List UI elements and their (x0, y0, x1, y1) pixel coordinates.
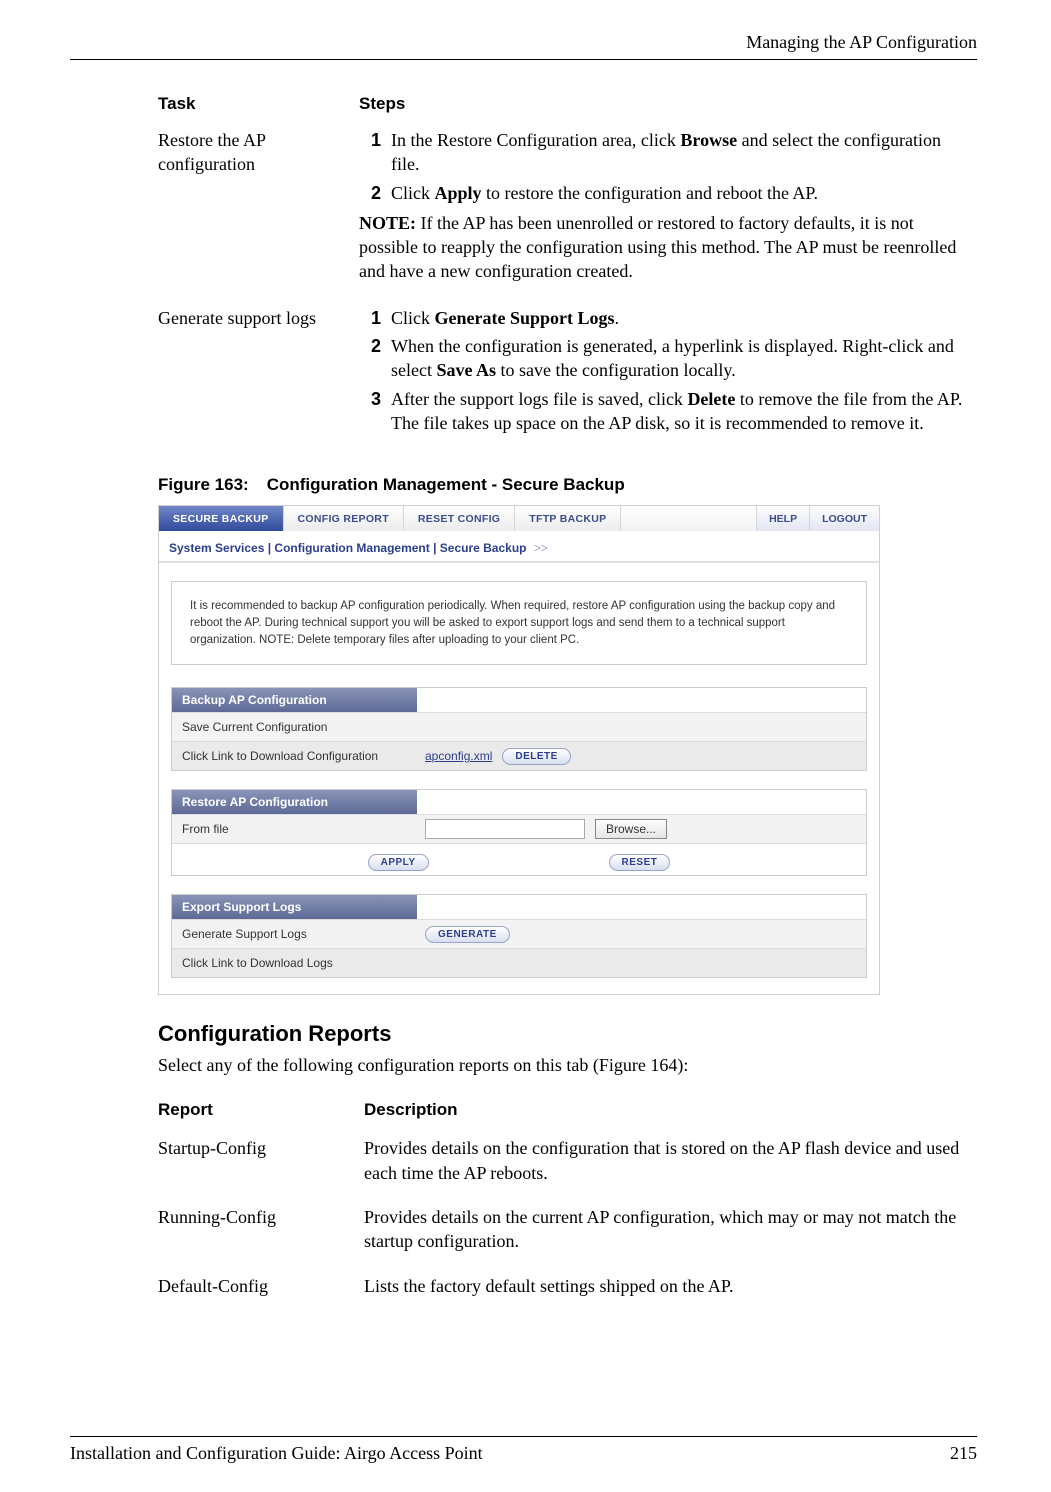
screenshot-ui: SECURE BACKUP CONFIG REPORT RESET CONFIG… (158, 505, 880, 995)
report-desc: Provides details on the current AP confi… (364, 1199, 977, 1268)
step-line: 2 Click Apply to restore the configurati… (359, 181, 971, 205)
step-text-bold: Save As (436, 360, 496, 380)
table-row: Restore the AP configuration 1 In the Re… (158, 124, 977, 302)
step-text-post: to save the configuration locally. (496, 360, 736, 380)
step-number: 3 (359, 387, 391, 436)
steps-header: Steps (359, 90, 977, 124)
tab-tftp-backup[interactable]: TFTP BACKUP (515, 506, 621, 531)
reset-button[interactable]: RESET (609, 854, 671, 871)
backup-save-label: Save Current Configuration (172, 715, 417, 739)
browse-button[interactable]: Browse... (595, 819, 667, 839)
breadcrumb-arrows-icon: >> (534, 541, 548, 555)
delete-button[interactable]: DELETE (502, 748, 570, 765)
restore-button-row: APPLY RESET (172, 843, 866, 875)
breadcrumb-text: System Services | Configuration Manageme… (169, 541, 527, 555)
step-text: After the support logs file is saved, cl… (391, 387, 971, 436)
generate-button[interactable]: GENERATE (425, 926, 510, 943)
note-text: If the AP has been unenrolled or restore… (359, 213, 956, 282)
step-text: Click Generate Support Logs. (391, 306, 971, 330)
figure-caption: Figure 163: Configuration Management - Se… (158, 475, 977, 495)
restore-file-input[interactable] (425, 819, 585, 839)
step-text-pre: After the support logs file is saved, cl… (391, 389, 687, 409)
info-panel: It is recommended to backup AP configura… (171, 581, 867, 665)
task-cell-logs: Generate support logs (158, 302, 359, 457)
task-header: Task (158, 90, 359, 124)
export-row-generate: Generate Support Logs GENERATE (172, 919, 866, 948)
section-heading: Configuration Reports (158, 1021, 977, 1047)
step-number: 2 (359, 334, 391, 383)
figure-title: Configuration Management - Secure Backup (267, 475, 625, 494)
step-text-pre: Click (391, 308, 435, 328)
report-desc: Provides details on the configuration th… (364, 1130, 977, 1199)
breadcrumb: System Services | Configuration Manageme… (159, 531, 879, 563)
note-block: NOTE: If the AP has been unenrolled or r… (359, 211, 971, 284)
report-name: Startup-Config (158, 1130, 364, 1199)
footer-title: Installation and Configuration Guide: Ai… (70, 1443, 483, 1464)
note-label: NOTE: (359, 213, 416, 233)
table-row: Running-Config Provides details on the c… (158, 1199, 977, 1268)
report-name: Running-Config (158, 1199, 364, 1268)
step-number: 2 (359, 181, 391, 205)
step-text-post: to restore the configuration and reboot … (482, 183, 818, 203)
backup-panel: Backup AP Configuration Save Current Con… (171, 687, 867, 771)
step-line: 2 When the configuration is generated, a… (359, 334, 971, 383)
export-download-label: Click Link to Download Logs (172, 951, 417, 975)
step-text-bold: Delete (687, 389, 735, 409)
step-text: In the Restore Configuration area, click… (391, 128, 971, 177)
tab-reset-config[interactable]: RESET CONFIG (404, 506, 515, 531)
restore-section-header: Restore AP Configuration (172, 790, 417, 814)
step-text: When the configuration is generated, a h… (391, 334, 971, 383)
export-panel: Export Support Logs Generate Support Log… (171, 894, 867, 978)
page-number: 215 (950, 1443, 977, 1464)
step-text: Click Apply to restore the configuration… (391, 181, 971, 205)
restore-panel: Restore AP Configuration From file Brows… (171, 789, 867, 876)
logout-button[interactable]: LOGOUT (809, 506, 879, 531)
figure-number: Figure 163: (158, 475, 249, 494)
export-row-download: Click Link to Download Logs (172, 948, 866, 977)
restore-row-fromfile: From file Browse... (172, 814, 866, 843)
report-desc: Lists the factory default settings shipp… (364, 1268, 977, 1312)
step-text-post: . (615, 308, 620, 328)
apconfig-link[interactable]: apconfig.xml (425, 749, 492, 763)
running-header: Managing the AP Configuration (70, 32, 977, 53)
step-number: 1 (359, 128, 391, 177)
table-row: Default-Config Lists the factory default… (158, 1268, 977, 1312)
report-name: Default-Config (158, 1268, 364, 1312)
page-footer: Installation and Configuration Guide: Ai… (70, 1436, 977, 1464)
step-number: 1 (359, 306, 391, 330)
backup-download-label: Click Link to Download Configuration (172, 744, 417, 768)
tab-bar: SECURE BACKUP CONFIG REPORT RESET CONFIG… (159, 506, 879, 531)
report-table: Report Description Startup-Config Provid… (158, 1092, 977, 1311)
step-text-pre: In the Restore Configuration area, click (391, 130, 680, 150)
export-section-header: Export Support Logs (172, 895, 417, 919)
restore-fromfile-label: From file (172, 817, 417, 841)
report-header: Report (158, 1092, 364, 1130)
table-row: Startup-Config Provides details on the c… (158, 1130, 977, 1199)
tab-secure-backup[interactable]: SECURE BACKUP (159, 506, 284, 531)
step-text-bold: Apply (435, 183, 482, 203)
step-line: 1 Click Generate Support Logs. (359, 306, 971, 330)
section-intro: Select any of the following configuratio… (158, 1053, 977, 1078)
step-text-pre: Click (391, 183, 435, 203)
step-text-bold: Generate Support Logs (435, 308, 615, 328)
step-line: 3 After the support logs file is saved, … (359, 387, 971, 436)
help-button[interactable]: HELP (756, 506, 809, 531)
task-steps-table: Task Steps Restore the AP configuration … (158, 90, 977, 457)
tab-spacer (621, 506, 756, 531)
backup-row-save: Save Current Configuration (172, 712, 866, 741)
task-cell-restore: Restore the AP configuration (158, 124, 359, 302)
backup-row-download: Click Link to Download Configuration apc… (172, 741, 866, 770)
step-text-bold: Browse (680, 130, 737, 150)
footer-rule (70, 1436, 977, 1437)
tab-config-report[interactable]: CONFIG REPORT (284, 506, 404, 531)
apply-button[interactable]: APPLY (368, 854, 429, 871)
table-row: Generate support logs 1 Click Generate S… (158, 302, 977, 457)
header-rule (70, 59, 977, 60)
backup-section-header: Backup AP Configuration (172, 688, 417, 712)
step-line: 1 In the Restore Configuration area, cli… (359, 128, 971, 177)
description-header: Description (364, 1092, 977, 1130)
export-generate-label: Generate Support Logs (172, 922, 417, 946)
